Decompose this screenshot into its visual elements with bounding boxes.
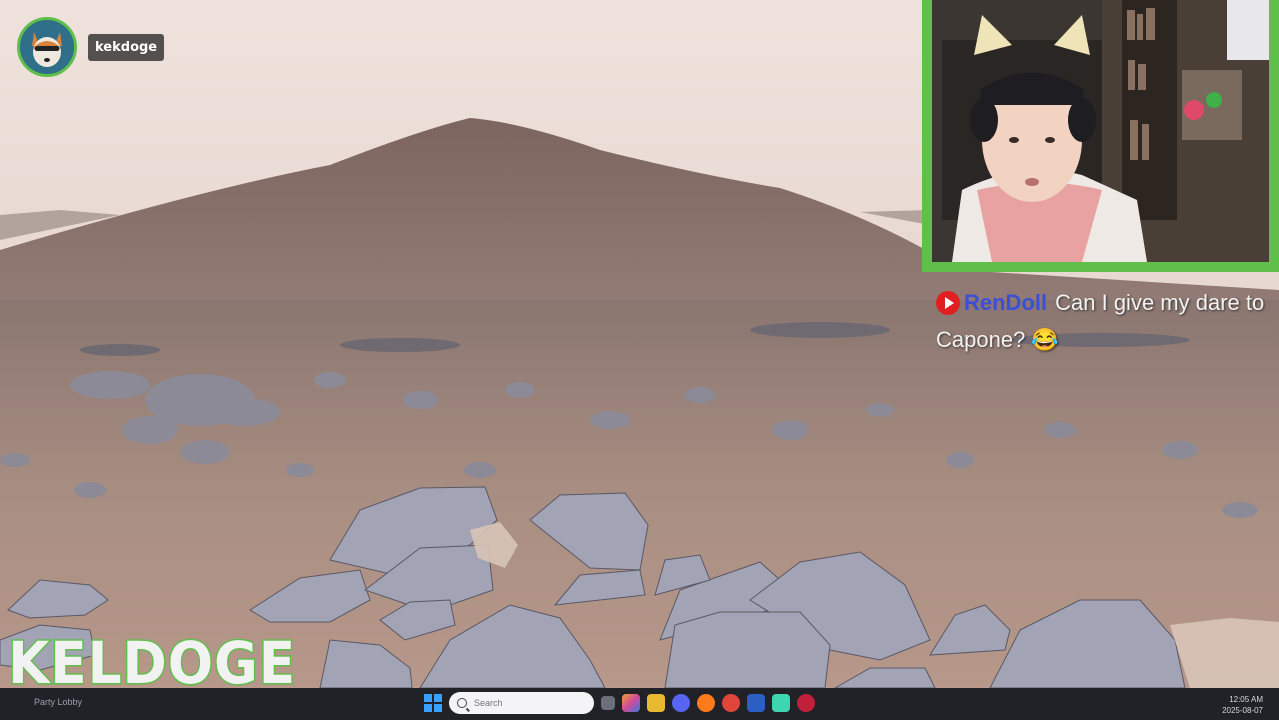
taskbar-clock[interactable]: 12:05 AM 2025-08-07 <box>1222 694 1263 716</box>
chat-message: RenDoll Can I give my dare to Capone? 😂 <box>936 284 1266 358</box>
search-icon <box>457 698 467 708</box>
taskbar-search-box[interactable] <box>449 692 594 714</box>
clock-time: 12:05 AM <box>1229 695 1263 704</box>
firefox-icon[interactable] <box>697 694 715 712</box>
chat-author: RenDoll <box>964 290 1048 315</box>
discord-icon[interactable] <box>672 694 690 712</box>
streamer-profile-badge: kekdoge <box>17 17 165 77</box>
doge-avatar <box>17 17 77 77</box>
clock-date: 2025-08-07 <box>1222 706 1263 715</box>
file-explorer-icon[interactable] <box>647 694 665 712</box>
task-view-icon[interactable] <box>601 696 615 710</box>
word-icon[interactable] <box>747 694 765 712</box>
red-app-icon[interactable] <box>722 694 740 712</box>
search-input[interactable] <box>474 698 554 708</box>
webcam-frame <box>922 0 1279 272</box>
windows-taskbar: Party Lobby 12:05 AM 2025-08-07 <box>0 688 1279 720</box>
media-player-icon[interactable] <box>797 694 815 712</box>
copilot-icon[interactable] <box>622 694 640 712</box>
webcam-feed <box>932 0 1269 262</box>
username-label: kekdoge <box>88 33 165 61</box>
taskbar-center <box>424 692 815 714</box>
chat-app-icon[interactable] <box>772 694 790 712</box>
youtube-icon <box>936 291 960 315</box>
brand-logo-text: KELDOGE <box>7 629 297 697</box>
taskbar-widget-label[interactable]: Party Lobby <box>34 697 82 707</box>
windows-start-icon[interactable] <box>424 694 442 712</box>
